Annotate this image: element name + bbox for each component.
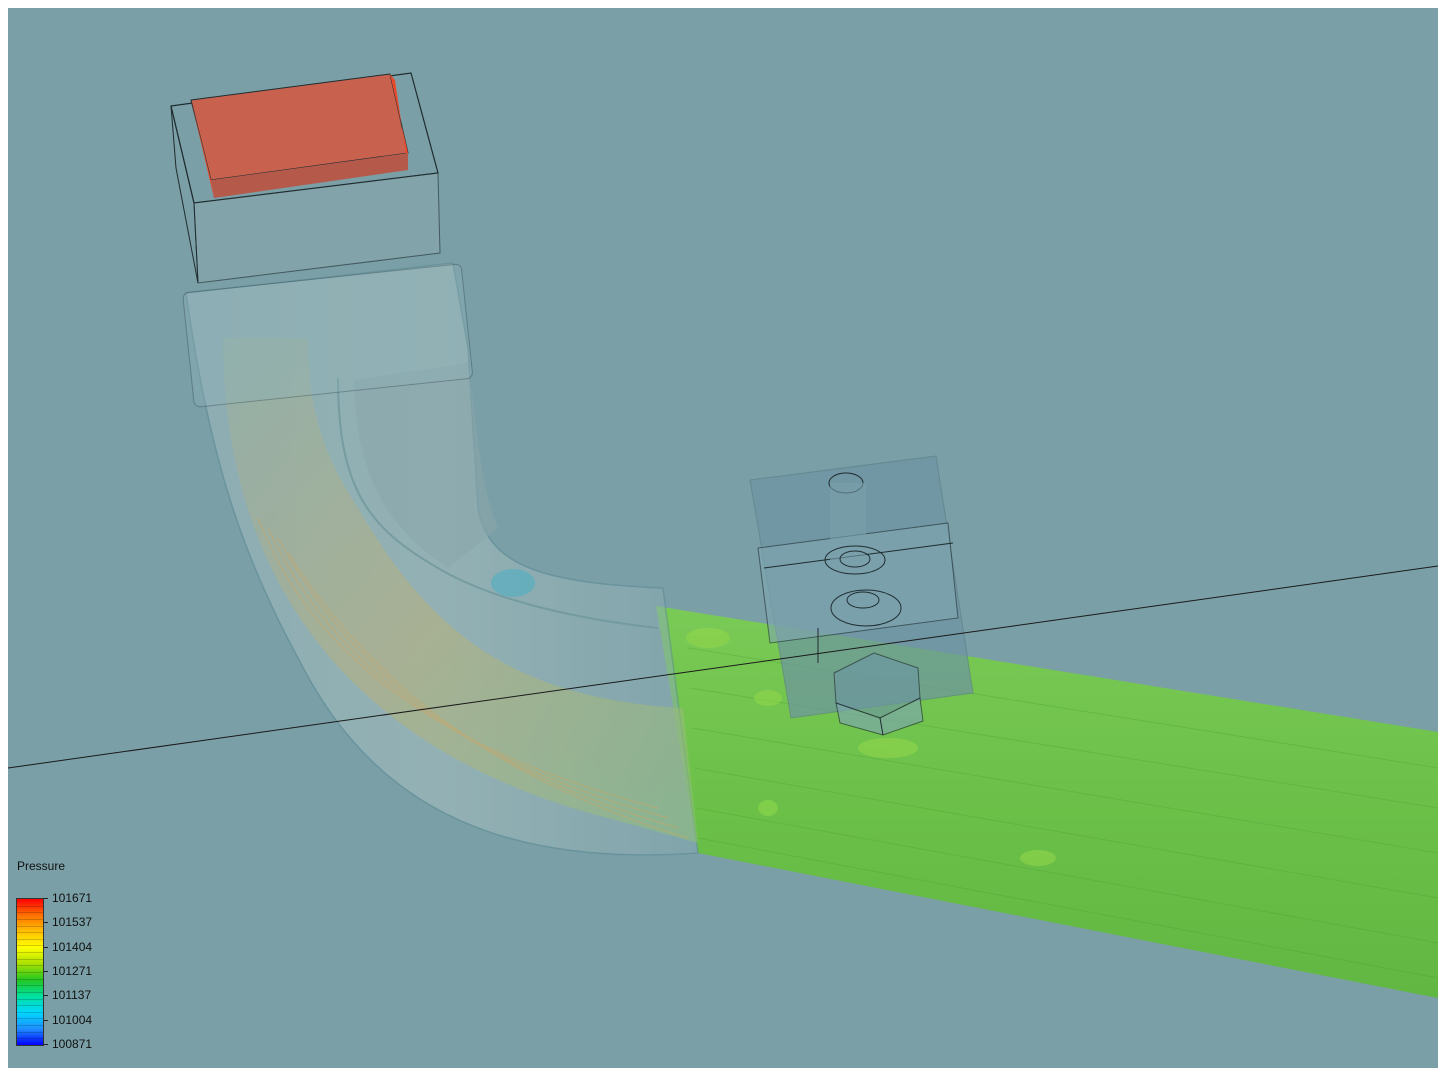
legend-tick [44,1044,48,1045]
legend-tick [44,898,48,899]
render-viewport[interactable]: Pressure 101671 101537 101404 101271 101137 1… [8,8,1438,1068]
legend-title: Pressure [17,859,66,873]
legend-value-label: 100871 [52,1037,93,1051]
legend-tick [44,995,48,997]
legend-value-label: 101004 [52,1012,93,1027]
legend-value-label: 101671 [52,891,93,905]
legend-tick [44,1019,48,1021]
legend-colorbar [16,898,44,1046]
legend-value-label: 101271 [52,964,93,978]
3d-scene[interactable] [8,8,1438,1068]
legend-value-label: 101404 [52,939,93,954]
legend-value-label: 101537 [52,915,93,930]
legend-tick [44,971,48,972]
pressure-legend: Pressure 101671 101537 101404 101271 101137 1… [16,856,136,1056]
legend-tick [44,946,48,948]
legend-tick [44,922,48,924]
legend-value-label: 101137 [52,988,92,1003]
